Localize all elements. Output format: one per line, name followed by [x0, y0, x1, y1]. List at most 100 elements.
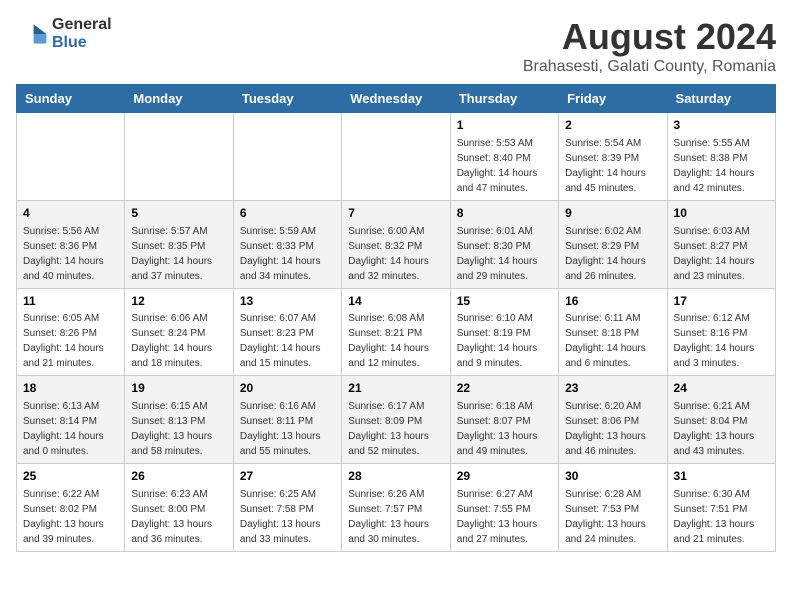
calendar-cell: 12Sunrise: 6:06 AM Sunset: 8:24 PM Dayli… [125, 288, 233, 376]
calendar-cell [342, 113, 450, 201]
day-number: 29 [457, 468, 552, 485]
day-info: Sunrise: 5:54 AM Sunset: 8:39 PM Dayligh… [565, 136, 660, 196]
calendar-week-3: 11Sunrise: 6:05 AM Sunset: 8:26 PM Dayli… [17, 288, 776, 376]
day-number: 12 [131, 293, 226, 310]
day-number: 2 [565, 117, 660, 134]
day-info: Sunrise: 6:07 AM Sunset: 8:23 PM Dayligh… [240, 311, 335, 371]
calendar-cell: 11Sunrise: 6:05 AM Sunset: 8:26 PM Dayli… [17, 288, 125, 376]
day-info: Sunrise: 6:15 AM Sunset: 8:13 PM Dayligh… [131, 399, 226, 459]
day-info: Sunrise: 6:26 AM Sunset: 7:57 PM Dayligh… [348, 487, 443, 547]
calendar-cell: 26Sunrise: 6:23 AM Sunset: 8:00 PM Dayli… [125, 464, 233, 552]
calendar-cell: 14Sunrise: 6:08 AM Sunset: 8:21 PM Dayli… [342, 288, 450, 376]
calendar-week-5: 25Sunrise: 6:22 AM Sunset: 8:02 PM Dayli… [17, 464, 776, 552]
day-number: 7 [348, 205, 443, 222]
calendar-cell: 16Sunrise: 6:11 AM Sunset: 8:18 PM Dayli… [559, 288, 667, 376]
calendar-cell: 28 Sunrise: 6:26 AM Sunset: 7:57 PM Dayli… [342, 464, 450, 552]
day-info: Sunrise: 6:00 AM Sunset: 8:32 PM Dayligh… [348, 224, 443, 284]
day-number: 21 [348, 380, 443, 397]
day-info: Sunrise: 6:20 AM Sunset: 8:06 PM Dayligh… [565, 399, 660, 459]
day-number: 8 [457, 205, 552, 222]
day-info: Sunrise: 6:05 AM Sunset: 8:26 PM Dayligh… [23, 311, 118, 371]
day-number: 16 [565, 293, 660, 310]
day-info: Sunrise: 6:10 AM Sunset: 8:19 PM Dayligh… [457, 311, 552, 371]
calendar-cell: 24 Sunrise: 6:21 AM Sunset: 8:04 PM Dayli… [667, 376, 775, 464]
calendar-cell: 9 Sunrise: 6:02 AM Sunset: 8:29 PM Daylig… [559, 200, 667, 288]
calendar-cell: 15Sunrise: 6:10 AM Sunset: 8:19 PM Dayli… [450, 288, 558, 376]
day-number: 24 [674, 380, 769, 397]
calendar-header-row: SundayMondayTuesdayWednesdayThursdayFrid… [17, 85, 776, 113]
day-number: 30 [565, 468, 660, 485]
logo-general-text: General [52, 16, 112, 34]
calendar-cell: 3Sunrise: 5:55 AM Sunset: 8:38 PM Daylig… [667, 113, 775, 201]
day-info: Sunrise: 5:57 AM Sunset: 8:35 PM Dayligh… [131, 224, 226, 284]
day-number: 5 [131, 205, 226, 222]
calendar-table: SundayMondayTuesdayWednesdayThursdayFrid… [16, 84, 776, 552]
day-info: Sunrise: 6:11 AM Sunset: 8:18 PM Dayligh… [565, 311, 660, 371]
title-area: August 2024 Brahasesti, Galati County, R… [523, 16, 776, 76]
calendar-week-4: 18Sunrise: 6:13 AM Sunset: 8:14 PM Dayli… [17, 376, 776, 464]
calendar-cell: 17Sunrise: 6:12 AM Sunset: 8:16 PM Dayli… [667, 288, 775, 376]
day-info: Sunrise: 6:13 AM Sunset: 8:14 PM Dayligh… [23, 399, 118, 459]
header-sunday: Sunday [17, 85, 125, 113]
day-number: 22 [457, 380, 552, 397]
calendar-cell: 13Sunrise: 6:07 AM Sunset: 8:23 PM Dayli… [233, 288, 341, 376]
logo-blue-text: Blue [52, 34, 112, 52]
calendar-cell: 21 Sunrise: 6:17 AM Sunset: 8:09 PM Dayli… [342, 376, 450, 464]
header-tuesday: Tuesday [233, 85, 341, 113]
day-number: 14 [348, 293, 443, 310]
day-info: Sunrise: 6:02 AM Sunset: 8:29 PM Dayligh… [565, 224, 660, 284]
day-number: 19 [131, 380, 226, 397]
day-number: 17 [674, 293, 769, 310]
day-number: 11 [23, 293, 118, 310]
calendar-cell: 5 Sunrise: 5:57 AM Sunset: 8:35 PM Daylig… [125, 200, 233, 288]
header-wednesday: Wednesday [342, 85, 450, 113]
day-number: 6 [240, 205, 335, 222]
calendar-cell: 29 Sunrise: 6:27 AM Sunset: 7:55 PM Dayli… [450, 464, 558, 552]
header-friday: Friday [559, 85, 667, 113]
logo: General Blue [16, 16, 112, 51]
day-info: Sunrise: 6:18 AM Sunset: 8:07 PM Dayligh… [457, 399, 552, 459]
calendar-cell: 19 Sunrise: 6:15 AM Sunset: 8:13 PM Dayli… [125, 376, 233, 464]
calendar-cell: 2 Sunrise: 5:54 AM Sunset: 8:39 PM Daylig… [559, 113, 667, 201]
logo-icon [16, 18, 48, 50]
calendar-cell: 1 Sunrise: 5:53 AM Sunset: 8:40 PM Daylig… [450, 113, 558, 201]
day-info: Sunrise: 5:56 AM Sunset: 8:36 PM Dayligh… [23, 224, 118, 284]
calendar-cell: 30 Sunrise: 6:28 AM Sunset: 7:53 PM Dayli… [559, 464, 667, 552]
day-info: Sunrise: 6:12 AM Sunset: 8:16 PM Dayligh… [674, 311, 769, 371]
day-info: Sunrise: 6:03 AM Sunset: 8:27 PM Dayligh… [674, 224, 769, 284]
day-info: Sunrise: 6:25 AM Sunset: 7:58 PM Dayligh… [240, 487, 335, 547]
day-number: 25 [23, 468, 118, 485]
day-info: Sunrise: 6:21 AM Sunset: 8:04 PM Dayligh… [674, 399, 769, 459]
day-number: 3 [674, 117, 769, 134]
calendar-cell: 22 Sunrise: 6:18 AM Sunset: 8:07 PM Dayli… [450, 376, 558, 464]
day-number: 27 [240, 468, 335, 485]
subtitle: Brahasesti, Galati County, Romania [523, 58, 776, 76]
day-info: Sunrise: 6:01 AM Sunset: 8:30 PM Dayligh… [457, 224, 552, 284]
calendar-cell: 10Sunrise: 6:03 AM Sunset: 8:27 PM Dayli… [667, 200, 775, 288]
day-info: Sunrise: 6:16 AM Sunset: 8:11 PM Dayligh… [240, 399, 335, 459]
day-info: Sunrise: 5:53 AM Sunset: 8:40 PM Dayligh… [457, 136, 552, 196]
day-info: Sunrise: 6:28 AM Sunset: 7:53 PM Dayligh… [565, 487, 660, 547]
calendar-cell: 27 Sunrise: 6:25 AM Sunset: 7:58 PM Dayli… [233, 464, 341, 552]
header-thursday: Thursday [450, 85, 558, 113]
calendar-week-2: 4 Sunrise: 5:56 AM Sunset: 8:36 PM Daylig… [17, 200, 776, 288]
day-info: Sunrise: 6:30 AM Sunset: 7:51 PM Dayligh… [674, 487, 769, 547]
calendar-cell: 6 Sunrise: 5:59 AM Sunset: 8:33 PM Daylig… [233, 200, 341, 288]
calendar-cell: 18Sunrise: 6:13 AM Sunset: 8:14 PM Dayli… [17, 376, 125, 464]
day-number: 20 [240, 380, 335, 397]
day-info: Sunrise: 6:08 AM Sunset: 8:21 PM Dayligh… [348, 311, 443, 371]
day-number: 9 [565, 205, 660, 222]
calendar-cell: 8 Sunrise: 6:01 AM Sunset: 8:30 PM Daylig… [450, 200, 558, 288]
main-title: August 2024 [523, 16, 776, 58]
calendar-cell: 20 Sunrise: 6:16 AM Sunset: 8:11 PM Dayli… [233, 376, 341, 464]
day-number: 4 [23, 205, 118, 222]
calendar-cell: 25Sunrise: 6:22 AM Sunset: 8:02 PM Dayli… [17, 464, 125, 552]
day-info: Sunrise: 6:17 AM Sunset: 8:09 PM Dayligh… [348, 399, 443, 459]
day-info: Sunrise: 5:59 AM Sunset: 8:33 PM Dayligh… [240, 224, 335, 284]
calendar-cell [233, 113, 341, 201]
day-info: Sunrise: 6:27 AM Sunset: 7:55 PM Dayligh… [457, 487, 552, 547]
page-header: General Blue August 2024 Brahasesti, Gal… [16, 16, 776, 76]
day-number: 31 [674, 468, 769, 485]
day-number: 1 [457, 117, 552, 134]
day-number: 28 [348, 468, 443, 485]
